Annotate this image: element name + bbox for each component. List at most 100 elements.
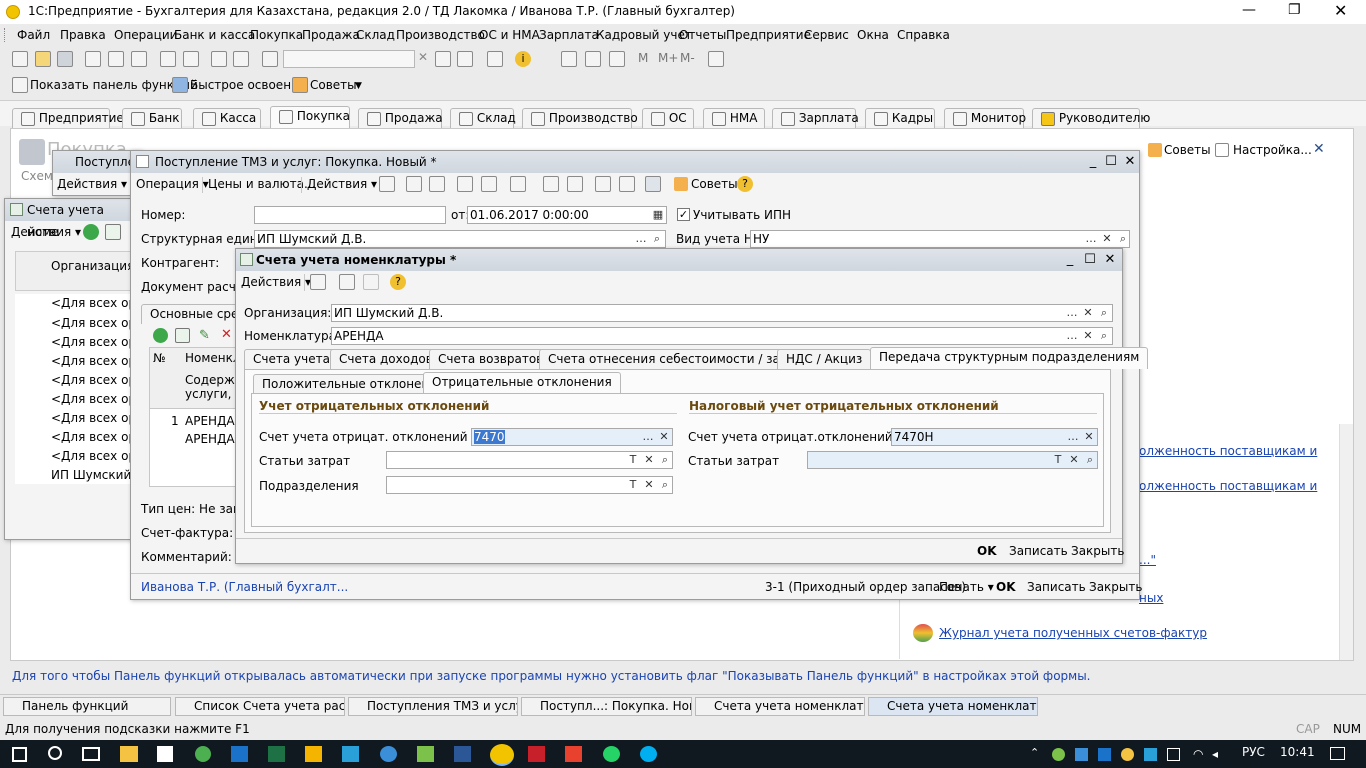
menu-hr[interactable]: Кадровый учет bbox=[596, 28, 692, 42]
doc-close-button[interactable]: Закрыть bbox=[1089, 580, 1142, 594]
section-tab-manager[interactable]: Руководителю bbox=[1032, 108, 1150, 128]
panel-scrollbar[interactable] bbox=[1339, 424, 1353, 660]
window-tab-receipts[interactable]: Поступления ТМЗ и услуг bbox=[348, 697, 518, 716]
minimize-icon[interactable]: — bbox=[1242, 2, 1256, 18]
panel-link-3[interactable]: ..." bbox=[1139, 553, 1156, 567]
start-icon[interactable] bbox=[12, 747, 27, 762]
nom-select-icon[interactable]: … bbox=[1064, 328, 1080, 344]
excel-icon[interactable] bbox=[268, 746, 285, 762]
accounts-org-input[interactable]: ИП Шумский Д.В.… ✕ ⌕ bbox=[331, 304, 1113, 322]
table-delete-icon[interactable]: ✕ bbox=[221, 327, 232, 342]
new-icon[interactable] bbox=[12, 51, 28, 67]
restore-icon[interactable]: ❐ bbox=[1288, 2, 1301, 18]
volume-icon[interactable]: ◂ bbox=[1212, 747, 1218, 761]
doc-tree-icon[interactable] bbox=[567, 176, 583, 192]
nu-search-icon[interactable]: ⌕ bbox=[1115, 231, 1129, 247]
calculator-icon[interactable] bbox=[561, 51, 577, 67]
section-tab-purchase[interactable]: Покупка bbox=[270, 106, 350, 128]
doc-unpost-icon[interactable] bbox=[406, 176, 422, 192]
tips-button[interactable]: Советы bbox=[310, 78, 357, 92]
calendar-icon[interactable]: ▦ bbox=[650, 207, 666, 223]
doc-report-icon[interactable] bbox=[619, 176, 635, 192]
section-tab-enterprise[interactable]: Предприятие bbox=[12, 108, 124, 128]
window-tab-receipt-new[interactable]: Поступл...: Покупка. Новый * bbox=[521, 697, 692, 716]
accounts-help-icon[interactable]: ? bbox=[390, 274, 406, 290]
menu-reports[interactable]: Отчеты bbox=[679, 28, 726, 42]
menu-sales[interactable]: Продажа bbox=[302, 28, 360, 42]
snip-icon[interactable] bbox=[342, 746, 359, 762]
notifications-icon[interactable] bbox=[1330, 747, 1345, 760]
accounts-save-close-icon[interactable] bbox=[310, 274, 326, 290]
menu-production[interactable]: Производство bbox=[396, 28, 485, 42]
doc-minimize-icon[interactable]: _ bbox=[1085, 154, 1101, 170]
accounts-close-icon[interactable]: ✕ bbox=[1102, 252, 1118, 268]
dept-clear-icon[interactable]: ✕ bbox=[641, 477, 657, 493]
table-row-nom[interactable]: АРЕНДА bbox=[185, 414, 235, 428]
menu-bank[interactable]: Банк и касса bbox=[174, 28, 255, 42]
cost-items-nu-input[interactable]: T ✕ ⌕ bbox=[807, 451, 1098, 469]
subtab-negative[interactable]: Отрицательные отклонения bbox=[423, 372, 621, 394]
search-clear-icon[interactable]: ✕ bbox=[418, 50, 428, 64]
doc-date-input[interactable]: 01.06.2017 0:00:00 ▦ bbox=[467, 206, 667, 224]
skype-icon[interactable] bbox=[640, 746, 657, 762]
table-add-icon[interactable] bbox=[153, 328, 168, 343]
unit-select-icon[interactable]: … bbox=[633, 231, 649, 247]
accounts-ok-button[interactable]: OK bbox=[977, 544, 997, 558]
menu-windows[interactable]: Окна bbox=[857, 28, 889, 42]
print-icon[interactable] bbox=[160, 51, 176, 67]
prices-button[interactable]: Цены и валюта... bbox=[208, 177, 315, 191]
search-input[interactable] bbox=[283, 50, 415, 68]
menu-purchase[interactable]: Покупка bbox=[250, 28, 303, 42]
photos-icon[interactable] bbox=[417, 746, 434, 762]
section-tab-stock[interactable]: Склад bbox=[450, 108, 516, 128]
doc-order[interactable]: 3-1 (Приходный ордер запасов) bbox=[765, 580, 966, 594]
table-icon[interactable] bbox=[609, 51, 625, 67]
nu-account-clear-icon[interactable]: ✕ bbox=[1081, 429, 1097, 445]
cost-nu-type-icon[interactable]: T bbox=[1050, 452, 1066, 468]
find-icon[interactable] bbox=[262, 51, 278, 67]
panel-schema-tab[interactable]: Схем bbox=[21, 169, 53, 183]
paste-icon[interactable] bbox=[131, 51, 147, 67]
list-add-icon[interactable] bbox=[83, 224, 99, 240]
cost-bu-clear-icon[interactable]: ✕ bbox=[641, 452, 657, 468]
tray-arrow-icon[interactable]: ⌃ bbox=[1030, 746, 1039, 759]
search-prev-icon[interactable] bbox=[457, 51, 473, 67]
list-actions-menu[interactable]: Действия ▾ bbox=[11, 225, 81, 239]
section-tab-hr[interactable]: Кадры bbox=[865, 108, 935, 128]
onec-taskbar-icon[interactable] bbox=[490, 744, 514, 766]
tray-app-2-icon[interactable] bbox=[1075, 748, 1088, 761]
tab-accounting[interactable]: Счета учета bbox=[244, 349, 339, 369]
wifi-icon[interactable]: ◠ bbox=[1193, 747, 1203, 761]
table-edit-icon[interactable]: ✎ bbox=[199, 328, 210, 343]
tab-income[interactable]: Счета доходов bbox=[330, 349, 442, 369]
doc-save-button[interactable]: Записать bbox=[1027, 580, 1086, 594]
menu-enterprise[interactable]: Предприятие bbox=[726, 28, 811, 42]
chrome-icon[interactable] bbox=[195, 746, 211, 762]
panel-close-icon[interactable]: ✕ bbox=[1313, 141, 1325, 157]
org-search-icon[interactable]: ⌕ bbox=[1096, 305, 1112, 321]
dept-search-icon[interactable]: ⌕ bbox=[657, 477, 672, 493]
panel-tips-button[interactable]: Советы bbox=[1164, 143, 1211, 157]
anydesk-icon[interactable] bbox=[565, 746, 582, 762]
panel-link-1[interactable]: олженность поставщикам и bbox=[1139, 444, 1317, 458]
tray-app-3-icon[interactable] bbox=[1098, 748, 1111, 761]
section-tab-bank[interactable]: Банк bbox=[122, 108, 182, 128]
undo-icon[interactable] bbox=[211, 51, 227, 67]
org-clear-icon[interactable]: ✕ bbox=[1080, 305, 1096, 321]
nu-account-select-icon[interactable]: … bbox=[1065, 429, 1081, 445]
taskview-icon[interactable] bbox=[82, 747, 100, 761]
bu-account-clear-icon[interactable]: ✕ bbox=[656, 429, 672, 445]
tab-transfer[interactable]: Передача структурным подразделениям bbox=[870, 347, 1149, 369]
copy-icon[interactable] bbox=[108, 51, 124, 67]
doc-copy-icon[interactable] bbox=[429, 176, 445, 192]
accounts-maximize-icon[interactable]: ☐ bbox=[1082, 252, 1098, 268]
ie-icon[interactable] bbox=[380, 746, 397, 762]
bu-account-select-icon[interactable]: … bbox=[640, 429, 656, 445]
doc-help-icon[interactable]: ? bbox=[737, 176, 753, 192]
window-tab-item-accounts-new[interactable]: Счета учета номенклатуры * bbox=[868, 697, 1038, 716]
cost-bu-type-icon[interactable]: T bbox=[625, 452, 641, 468]
tab-vat[interactable]: НДС / Акциз bbox=[777, 349, 872, 369]
doc-author[interactable]: Иванова Т.Р. (Главный бухгалт... bbox=[141, 580, 348, 594]
section-tab-os[interactable]: ОС bbox=[642, 108, 694, 128]
tips-dropdown-icon[interactable]: ▼ bbox=[355, 81, 362, 91]
